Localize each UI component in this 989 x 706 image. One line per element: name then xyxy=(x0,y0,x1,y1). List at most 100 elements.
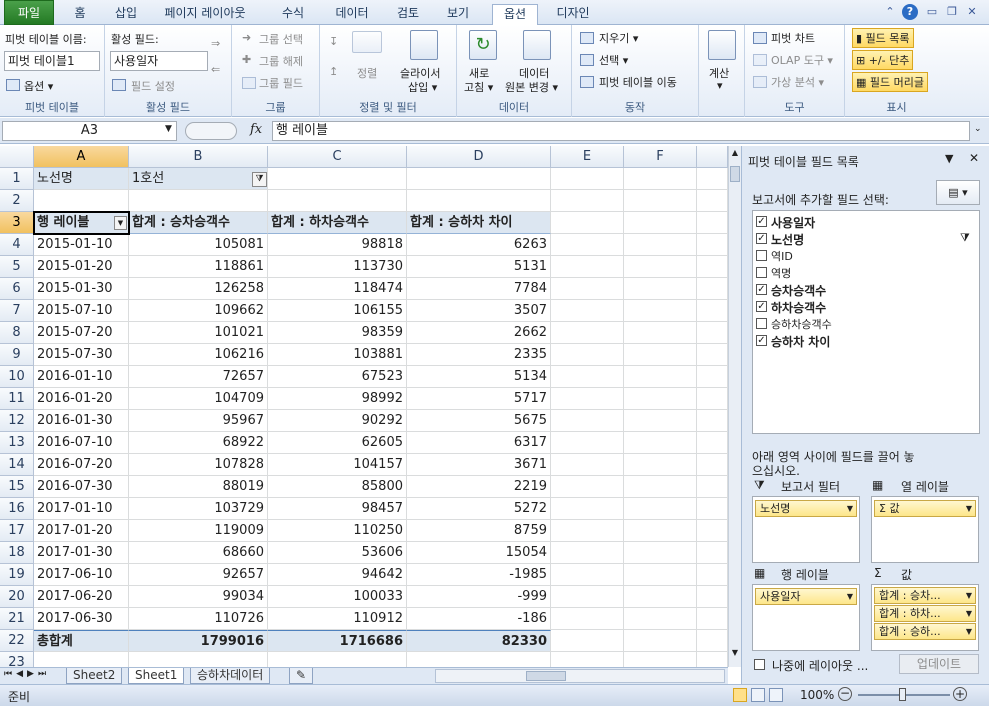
sheet-nav-icons[interactable]: ⏮◀▶⏭ xyxy=(4,669,50,679)
row-header[interactable]: 17 xyxy=(0,520,34,542)
grid-cell[interactable]: 104709 xyxy=(129,388,268,410)
field-checkbox[interactable]: ✓ xyxy=(756,301,767,312)
minimize-ribbon-icon[interactable]: ⌃ xyxy=(882,4,898,20)
grid-cell[interactable]: 8759 xyxy=(407,520,551,542)
grid-cell[interactable] xyxy=(624,234,697,256)
grid-cell[interactable] xyxy=(551,410,624,432)
grid-cell[interactable] xyxy=(551,256,624,278)
grid-cell[interactable] xyxy=(624,300,697,322)
slicer-label-2[interactable]: 삽입 ▾ xyxy=(408,79,437,95)
sort-button[interactable]: 정렬 xyxy=(357,65,377,81)
field-checkbox[interactable]: ✓ xyxy=(756,335,767,346)
pivot-chart-button[interactable]: 피벗 차트 xyxy=(771,30,815,46)
grand-total-cell[interactable] xyxy=(624,630,697,652)
normal-view-icon[interactable] xyxy=(733,688,747,702)
grid-cell[interactable]: 2662 xyxy=(407,322,551,344)
grid-cell[interactable]: 98992 xyxy=(268,388,407,410)
grand-total-cell[interactable]: 1716686 xyxy=(268,630,407,652)
grid-cell[interactable]: 2017-01-30 xyxy=(34,542,129,564)
row-header[interactable]: 10 xyxy=(0,366,34,388)
expand-formula-icon[interactable]: ⌄ xyxy=(974,124,982,134)
grid-cell[interactable] xyxy=(624,498,697,520)
grid-cell[interactable] xyxy=(551,388,624,410)
grid-cell[interactable] xyxy=(624,432,697,454)
grand-total-cell[interactable]: 1799016 xyxy=(129,630,268,652)
grid-cell[interactable] xyxy=(624,476,697,498)
grid-cell[interactable]: 6317 xyxy=(407,432,551,454)
grid-cell[interactable]: 72657 xyxy=(129,366,268,388)
grid-cell[interactable] xyxy=(697,432,728,454)
grid-cell[interactable] xyxy=(624,322,697,344)
grid-cell[interactable]: 2015-01-20 xyxy=(34,256,129,278)
options-button[interactable]: 옵션 ▾ xyxy=(24,78,53,94)
pivot-header-cell[interactable] xyxy=(624,212,697,234)
tab-home[interactable]: 홈 xyxy=(66,4,94,25)
grid-cell[interactable]: 104157 xyxy=(268,454,407,476)
column-header-e[interactable]: E xyxy=(551,146,624,168)
value-item[interactable]: 합계 : 승하... ▼ xyxy=(874,623,976,640)
row-header[interactable]: 1 xyxy=(0,168,34,190)
defer-layout-checkbox[interactable] xyxy=(754,659,765,670)
row-labels-area[interactable]: 사용일자 ▼ xyxy=(752,584,860,651)
grid-cell[interactable] xyxy=(551,278,624,300)
grid-cell[interactable] xyxy=(268,190,407,212)
field-item-label[interactable]: 역ID xyxy=(771,248,793,264)
row-header[interactable]: 13 xyxy=(0,432,34,454)
sort-asc-icon[interactable]: ↧ xyxy=(329,35,338,48)
grid-cell[interactable]: 노선명 xyxy=(34,168,129,190)
column-header-g[interactable] xyxy=(697,146,728,168)
grid-cell[interactable] xyxy=(697,542,728,564)
scroll-thumb[interactable] xyxy=(730,166,740,182)
grid-cell[interactable] xyxy=(551,322,624,344)
grid-cell[interactable] xyxy=(551,168,624,190)
grid-cell[interactable]: 118474 xyxy=(268,278,407,300)
grid-cell[interactable] xyxy=(551,498,624,520)
row-header[interactable]: 11 xyxy=(0,388,34,410)
move-pivot-button[interactable]: 피벗 테이블 이동 xyxy=(599,74,677,90)
row-header[interactable]: 21 xyxy=(0,608,34,630)
report-filter-area[interactable]: 노선명 ▼ xyxy=(752,496,860,563)
grid-cell[interactable]: 110912 xyxy=(268,608,407,630)
field-item-label[interactable]: 승하차승객수 xyxy=(771,316,832,332)
help-icon[interactable]: ? xyxy=(902,4,918,20)
grid-cell[interactable] xyxy=(407,652,551,667)
grid-cell[interactable]: 2219 xyxy=(407,476,551,498)
tab-insert[interactable]: 삽입 xyxy=(108,4,144,25)
grid-cell[interactable] xyxy=(268,168,407,190)
grid-cell[interactable]: 100033 xyxy=(268,586,407,608)
grid-cell[interactable] xyxy=(697,652,728,667)
grid-cell[interactable] xyxy=(697,256,728,278)
grid-cell[interactable] xyxy=(697,388,728,410)
grid-cell[interactable] xyxy=(697,564,728,586)
minimize-icon[interactable]: ▭ xyxy=(924,4,940,20)
clear-button[interactable]: 지우기 ▾ xyxy=(599,30,638,46)
grid-cell[interactable]: 85800 xyxy=(268,476,407,498)
page-break-view-icon[interactable] xyxy=(769,688,783,702)
update-button[interactable]: 업데이트 xyxy=(899,654,979,674)
field-checkbox[interactable] xyxy=(756,318,767,329)
pivot-header-cell[interactable] xyxy=(551,212,624,234)
grid-cell[interactable]: 3507 xyxy=(407,300,551,322)
formula-input[interactable]: 행 레이블 xyxy=(272,121,970,141)
grid-cell[interactable]: 2017-01-20 xyxy=(34,520,129,542)
grid-cell[interactable] xyxy=(624,256,697,278)
zoom-in-icon[interactable]: + xyxy=(953,687,967,701)
group-field-button[interactable]: 그룹 필드 xyxy=(259,75,303,91)
change-source-label-2[interactable]: 원본 변경 ▾ xyxy=(505,79,558,95)
grid-cell[interactable] xyxy=(551,476,624,498)
row-header[interactable]: 23 xyxy=(0,652,34,667)
field-list-button[interactable]: ▮ 필드 목록 xyxy=(852,28,914,48)
grid-cell[interactable]: 7784 xyxy=(407,278,551,300)
column-header-b[interactable]: B xyxy=(129,146,268,168)
grid-cell[interactable]: 2016-07-10 xyxy=(34,432,129,454)
grid-cell[interactable]: 118861 xyxy=(129,256,268,278)
grid-cell[interactable] xyxy=(697,278,728,300)
tab-review[interactable]: 검토 xyxy=(390,4,426,25)
grid-cell[interactable]: 2015-01-10 xyxy=(34,234,129,256)
zoom-thumb[interactable] xyxy=(899,688,906,701)
grid-cell[interactable]: 103729 xyxy=(129,498,268,520)
grid-cell[interactable] xyxy=(551,608,624,630)
column-header-a[interactable]: A xyxy=(34,146,129,168)
name-box[interactable]: A3 xyxy=(2,121,177,141)
grid-cell[interactable] xyxy=(624,586,697,608)
